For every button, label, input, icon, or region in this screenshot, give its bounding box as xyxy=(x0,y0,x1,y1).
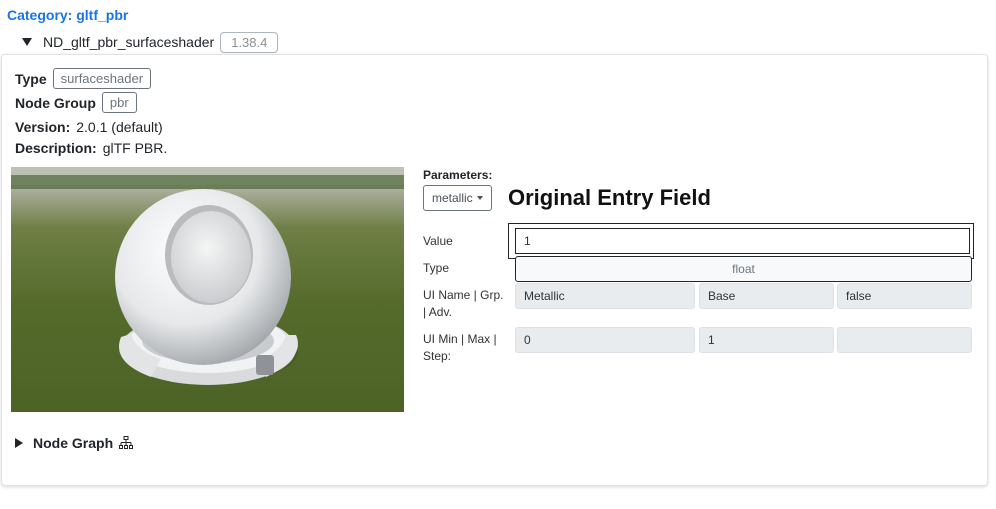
ui-group-field[interactable]: Base xyxy=(699,283,834,309)
parameter-select-value: metallic xyxy=(432,191,473,205)
version-badge: 1.38.4 xyxy=(220,31,279,53)
entry-field-title: Original Entry Field xyxy=(508,185,711,210)
node-graph-toggle[interactable]: Node Graph xyxy=(15,435,134,451)
node-group-tag: pbr xyxy=(101,92,137,113)
node-group-label: Node Group xyxy=(15,94,96,111)
parameter-select[interactable]: metallic xyxy=(423,185,492,211)
type-tag: surfaceshader xyxy=(52,68,152,89)
caret-down-icon xyxy=(476,196,483,200)
node-graph-label: Node Graph xyxy=(33,435,114,451)
version-label: Version: xyxy=(15,119,71,135)
value-label: Value xyxy=(423,234,453,248)
ui-max-field[interactable]: 1 xyxy=(699,327,834,353)
ui-name-field[interactable]: Metallic xyxy=(515,283,695,309)
ui-min-field[interactable]: 0 xyxy=(515,327,695,353)
version-value: 2.0.1 (default) xyxy=(76,119,163,135)
node-header[interactable]: ND_gltf_pbr_surfaceshader 1.38.4 xyxy=(22,30,279,54)
material-preview-image xyxy=(11,167,404,412)
triangle-down-icon[interactable] xyxy=(22,38,32,46)
triangle-right-icon xyxy=(15,438,23,448)
type-label: Type xyxy=(15,70,47,87)
ui-adv-field[interactable]: false xyxy=(837,283,972,309)
value-input[interactable]: 1 xyxy=(515,228,970,254)
description-row: Description: glTF PBR. xyxy=(15,140,167,156)
description-label: Description: xyxy=(15,140,97,156)
ui-min-label: UI Min | Max | Step: xyxy=(423,332,497,363)
sitemap-icon xyxy=(119,436,134,449)
ui-step-field[interactable] xyxy=(837,327,972,353)
type-field[interactable]: float xyxy=(515,256,972,282)
node-name: ND_gltf_pbr_surfaceshader xyxy=(43,34,215,50)
type-row: Type surfaceshader xyxy=(15,68,152,89)
category-heading[interactable]: Category: gltf_pbr xyxy=(7,7,128,23)
ui-name-label: UI Name | Grp. | Adv. xyxy=(423,288,504,319)
version-row: Version: 2.0.1 (default) xyxy=(15,119,163,135)
description-value: glTF PBR. xyxy=(102,140,168,156)
type-field-label: Type xyxy=(423,261,450,275)
node-group-row: Node Group pbr xyxy=(15,92,137,113)
parameters-label: Parameters: xyxy=(423,168,493,182)
